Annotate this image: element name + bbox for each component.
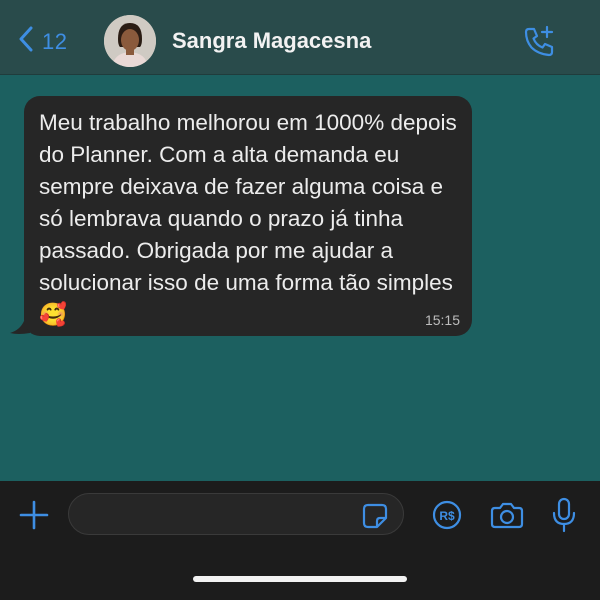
message-text: Meu trabalho melhorou em 1000% depois do… [39, 110, 457, 327]
payment-icon: R$ [432, 500, 462, 534]
composer-bar: R$ [0, 481, 600, 600]
sticker-button[interactable] [361, 502, 389, 535]
plus-icon [18, 500, 50, 535]
chat-header: 12 Sangra Magacesna [0, 0, 600, 75]
attach-button[interactable] [18, 499, 50, 536]
unread-count: 12 [42, 28, 68, 54]
sticker-icon [361, 503, 389, 534]
payment-label: R$ [439, 509, 455, 523]
add-call-icon [521, 25, 557, 64]
message-input[interactable] [68, 493, 404, 535]
payment-button[interactable]: R$ [432, 500, 462, 535]
contact-avatar[interactable] [104, 15, 156, 67]
add-call-button[interactable] [521, 24, 557, 65]
home-indicator [193, 576, 407, 582]
message-bubble[interactable]: Meu trabalho melhorou em 1000% depois do… [24, 96, 472, 336]
camera-icon [490, 502, 524, 533]
back-button[interactable]: 12 [18, 26, 67, 57]
chevron-left-icon [18, 26, 34, 57]
microphone-button[interactable] [551, 497, 577, 538]
camera-button[interactable] [490, 501, 524, 534]
chat-area[interactable]: Meu trabalho melhorou em 1000% depois do… [0, 75, 600, 480]
microphone-icon [551, 497, 577, 537]
contact-name[interactable]: Sangra Magacesna [172, 28, 371, 54]
message-time: 15:15 [424, 312, 460, 328]
